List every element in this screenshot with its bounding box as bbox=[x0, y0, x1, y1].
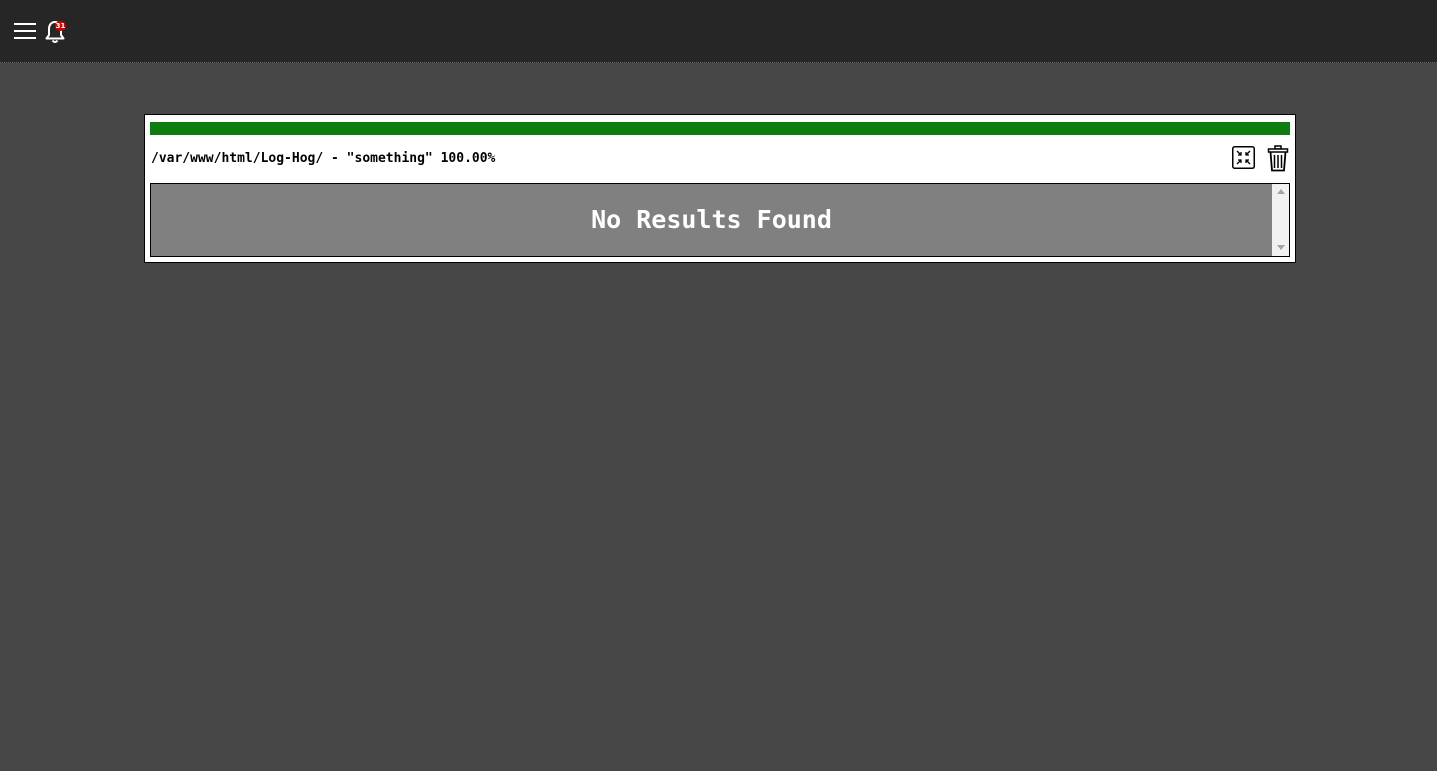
minimize-arrows-icon[interactable] bbox=[1232, 146, 1255, 169]
scroll-down-arrow-icon[interactable] bbox=[1277, 245, 1285, 250]
trash-icon[interactable] bbox=[1267, 145, 1289, 172]
top-bar: 31 bbox=[0, 0, 1437, 63]
results-list: No Results Found bbox=[150, 183, 1290, 257]
trash-glyph bbox=[1267, 145, 1289, 172]
no-results-message: No Results Found bbox=[591, 205, 832, 234]
minimize-glyph bbox=[1232, 146, 1255, 169]
search-progress-bar bbox=[150, 122, 1290, 135]
search-progress-fill bbox=[150, 122, 1290, 135]
scroll-up-arrow-icon[interactable] bbox=[1277, 189, 1285, 194]
hamburger-menu-icon[interactable] bbox=[14, 23, 36, 40]
results-scrollbar[interactable] bbox=[1272, 184, 1289, 256]
bell-icon[interactable]: 31 bbox=[44, 19, 68, 45]
notification-count-badge: 31 bbox=[55, 21, 66, 31]
search-results-panel: /var/www/html/Log-Hog/ - "something" 100… bbox=[144, 114, 1296, 263]
search-info-text: /var/www/html/Log-Hog/ - "something" 100… bbox=[151, 151, 496, 166]
